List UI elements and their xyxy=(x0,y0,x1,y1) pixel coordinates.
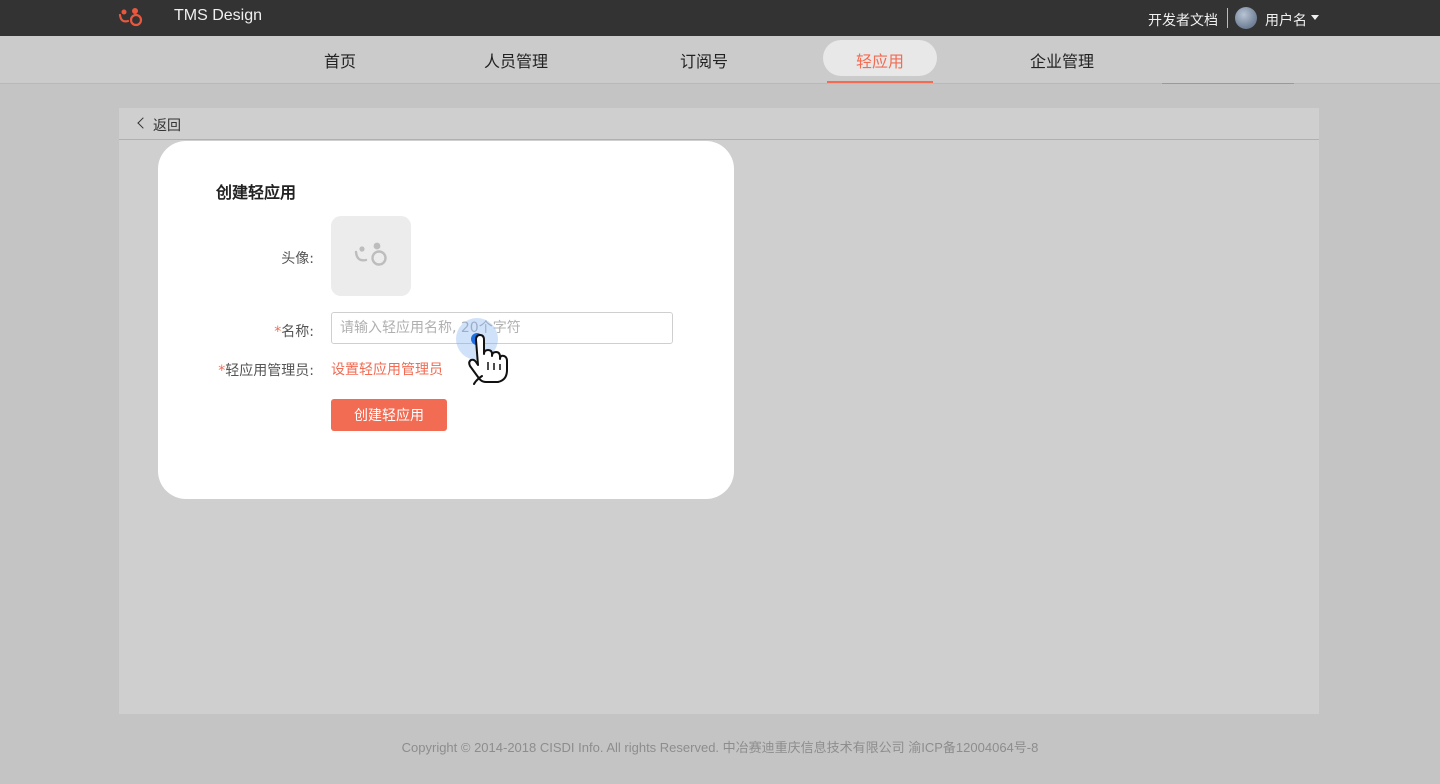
nav-item-enterprise[interactable]: 企业管理 xyxy=(1030,48,1094,72)
back-link[interactable]: 返回 xyxy=(153,115,181,135)
create-light-app-button[interactable]: 创建轻应用 xyxy=(331,399,447,431)
hand-pointer-icon xyxy=(468,334,508,385)
top-bar: TMS Design 开发者文档 用户名 xyxy=(0,0,1440,36)
name-label: *名称: xyxy=(254,321,314,341)
avatar-label-text: 头像: xyxy=(281,251,314,267)
main-nav: 首页 人员管理 订阅号 轻应用 企业管理 xyxy=(0,36,1440,84)
footer-copyright: Copyright © 2014-2018 CISDI Info. All ri… xyxy=(401,740,1039,755)
user-avatar[interactable] xyxy=(1235,7,1257,29)
nav-item-people[interactable]: 人员管理 xyxy=(484,48,548,72)
header-divider xyxy=(1227,8,1228,28)
dialog-title: 创建轻应用 xyxy=(216,183,297,202)
chevron-left-icon[interactable] xyxy=(137,117,149,129)
nav-item-subscriptions[interactable]: 订阅号 xyxy=(680,48,728,72)
nav-item-home[interactable]: 首页 xyxy=(324,48,356,72)
name-label-text: 名称: xyxy=(281,324,314,340)
nav-item-light-apps[interactable]: 轻应用 xyxy=(823,48,937,72)
app-placeholder-icon xyxy=(354,242,387,266)
avatar-label: 头像: xyxy=(254,248,314,268)
chevron-down-icon[interactable] xyxy=(1311,15,1319,20)
admin-label-text: 轻应用管理员: xyxy=(225,363,314,379)
create-light-app-dialog: 创建轻应用 头像: *名称: *轻应用管理员: 设置轻应用管理员 创建轻应用 xyxy=(158,141,734,499)
nav-active-underline xyxy=(827,81,933,83)
back-bar: 返回 xyxy=(119,108,1319,140)
brand-name: TMS Design xyxy=(174,7,263,24)
admin-label: *轻应用管理员: xyxy=(198,360,314,380)
dev-docs-link[interactable]: 开发者文档 xyxy=(1148,10,1218,30)
tms-logo-icon[interactable] xyxy=(118,6,144,28)
avatar-upload[interactable] xyxy=(331,216,411,296)
username-menu[interactable]: 用户名 xyxy=(1265,10,1307,30)
nav-decoration-line xyxy=(1162,83,1294,84)
set-admin-link[interactable]: 设置轻应用管理员 xyxy=(331,359,443,379)
